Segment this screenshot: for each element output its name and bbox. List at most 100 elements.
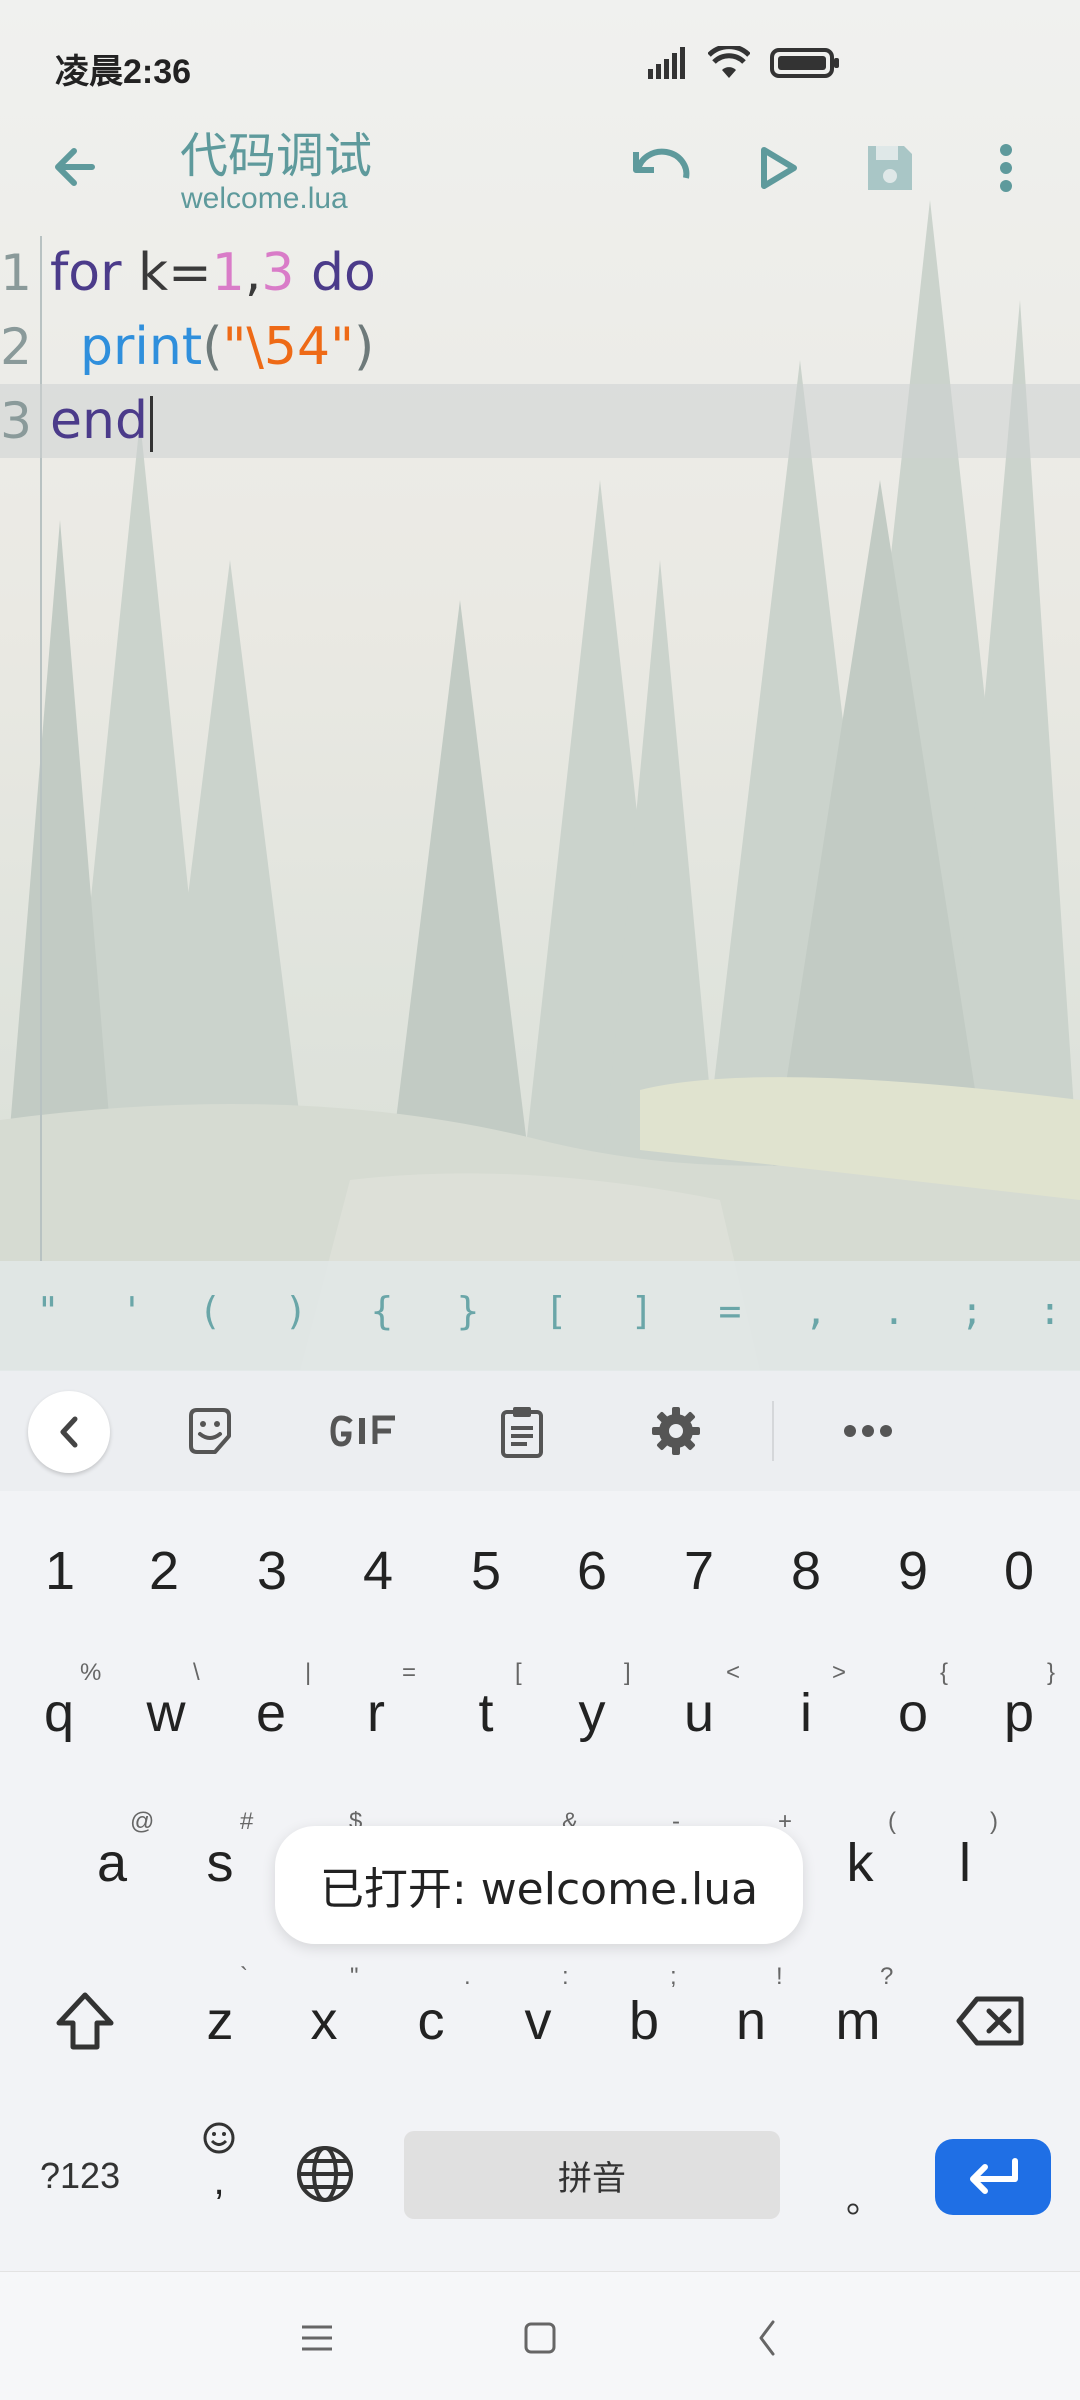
symbol-key[interactable]: . [864,1289,924,1333]
code-line[interactable]: 1 for k=1,3 do [0,236,1080,310]
key-1[interactable]: 1 [15,1516,105,1626]
status-icons [648,46,840,80]
system-nav-bar [0,2271,1080,2400]
chevron-left-icon [759,2320,775,2356]
symbol-key[interactable]: ] [612,1289,672,1333]
comma-label: , [213,2159,225,2203]
menu-icon [302,2325,332,2351]
run-button[interactable] [742,132,814,204]
key-8[interactable]: 8 [761,1516,851,1626]
key-b[interactable]: b [599,1966,689,2076]
more-horizontal-icon [844,1425,892,1437]
smiley-icon [203,2122,235,2154]
symbol-key[interactable]: , [786,1289,846,1333]
symbol-key[interactable]: = [700,1289,760,1333]
settings-button[interactable] [646,1401,706,1461]
arrow-left-icon [55,148,95,186]
recents-button[interactable] [287,2308,347,2368]
code-line[interactable]: 2 print("\54") [0,310,1080,384]
key-k[interactable]: k [815,1808,905,1918]
key-5[interactable]: 5 [441,1516,531,1626]
key-w[interactable]: w [121,1658,211,1768]
home-button[interactable] [510,2308,570,2368]
symbol-key[interactable]: " [18,1289,78,1333]
more-options-button[interactable] [970,132,1042,204]
symbol-bar: " ' ( ) { } [ ] = , . ; : [0,1261,1080,1371]
key-m[interactable]: m [813,1966,903,2076]
undo-icon [633,148,690,179]
toast-message: 已打开: welcome.lua [275,1826,803,1944]
status-bar: 凌晨2:36 [0,0,1080,120]
key-4[interactable]: 4 [333,1516,423,1626]
space-key[interactable]: 拼音 [404,2131,780,2219]
symbol-key[interactable]: } [438,1289,498,1333]
key-x[interactable]: x [279,1966,369,2076]
key-9[interactable]: 9 [868,1516,958,1626]
symbol-key[interactable]: ( [180,1289,240,1333]
symbol-key[interactable]: ) [266,1289,326,1333]
symbol-key[interactable]: { [352,1289,412,1333]
save-button[interactable] [854,132,926,204]
backspace-key[interactable] [946,1966,1036,2076]
code-token: for [50,243,122,303]
period-key[interactable]: 。 [846,2171,882,2223]
key-0[interactable]: 0 [974,1516,1064,1626]
key-p[interactable]: p [974,1658,1064,1768]
key-q[interactable]: q [14,1658,104,1768]
key-i[interactable]: i [761,1658,851,1768]
symbols-key[interactable]: ?123 [40,2155,120,2197]
key-e[interactable]: e [226,1658,316,1768]
code-token: "\54" [222,317,355,377]
code-token: k= [121,243,212,303]
status-time: 凌晨2:36 [55,53,192,91]
symbol-key[interactable]: ; [942,1289,1002,1333]
collapse-toolbar-button[interactable] [28,1391,110,1473]
soft-keyboard: 1 2 3 4 5 6 7 8 9 0 % \ | = [ ] < > { } … [0,1371,1080,2271]
page-title: 代码调试 [180,128,373,184]
chevron-left-icon [60,1416,78,1448]
code-token: end [50,391,148,451]
code-line-current[interactable]: 3 end [0,384,1080,458]
shift-key[interactable] [40,1966,130,2076]
clipboard-button[interactable] [492,1401,552,1461]
symbol-key[interactable]: ' [102,1289,162,1333]
key-n[interactable]: n [706,1966,796,2076]
key-z[interactable]: z [175,1966,265,2076]
keyboard-toolbar [0,1371,1080,1491]
key-y[interactable]: y [547,1658,637,1768]
globe-icon [297,2146,353,2202]
code-editor[interactable]: 1 for k=1,3 do 2 print("\54") 3 end [0,236,1080,1261]
enter-key[interactable] [935,2139,1051,2215]
clipboard-icon [501,1407,543,1458]
undo-button[interactable] [624,132,696,204]
key-u[interactable]: u [654,1658,744,1768]
key-c[interactable]: c [386,1966,476,2076]
gif-button[interactable] [320,1401,410,1461]
key-s[interactable]: s [175,1808,265,1918]
key-6[interactable]: 6 [547,1516,637,1626]
language-key[interactable] [280,2119,370,2229]
symbol-key[interactable]: : [1020,1289,1080,1333]
sticker-button[interactable] [180,1401,240,1461]
key-v[interactable]: v [493,1966,583,2076]
key-r[interactable]: r [331,1658,421,1768]
back-button[interactable] [40,132,110,202]
line-number: 3 [0,392,32,450]
code-token: do [294,243,376,303]
nav-back-button[interactable] [737,2308,797,2368]
symbol-key[interactable]: [ [526,1289,586,1333]
emoji-comma-key[interactable]: , [174,2111,264,2231]
more-tools-button[interactable] [838,1401,898,1461]
key-t[interactable]: t [441,1658,531,1768]
key-7[interactable]: 7 [654,1516,744,1626]
key-l[interactable]: l [920,1808,1010,1918]
key-3[interactable]: 3 [227,1516,317,1626]
code-token: print [80,317,203,377]
key-a[interactable]: a [67,1808,157,1918]
key-2[interactable]: 2 [119,1516,209,1626]
code-token: ) [354,317,375,377]
line-number: 2 [0,318,32,376]
key-o[interactable]: o [868,1658,958,1768]
code-token: 3 [261,243,295,303]
shift-arrow-icon [56,1992,114,2050]
